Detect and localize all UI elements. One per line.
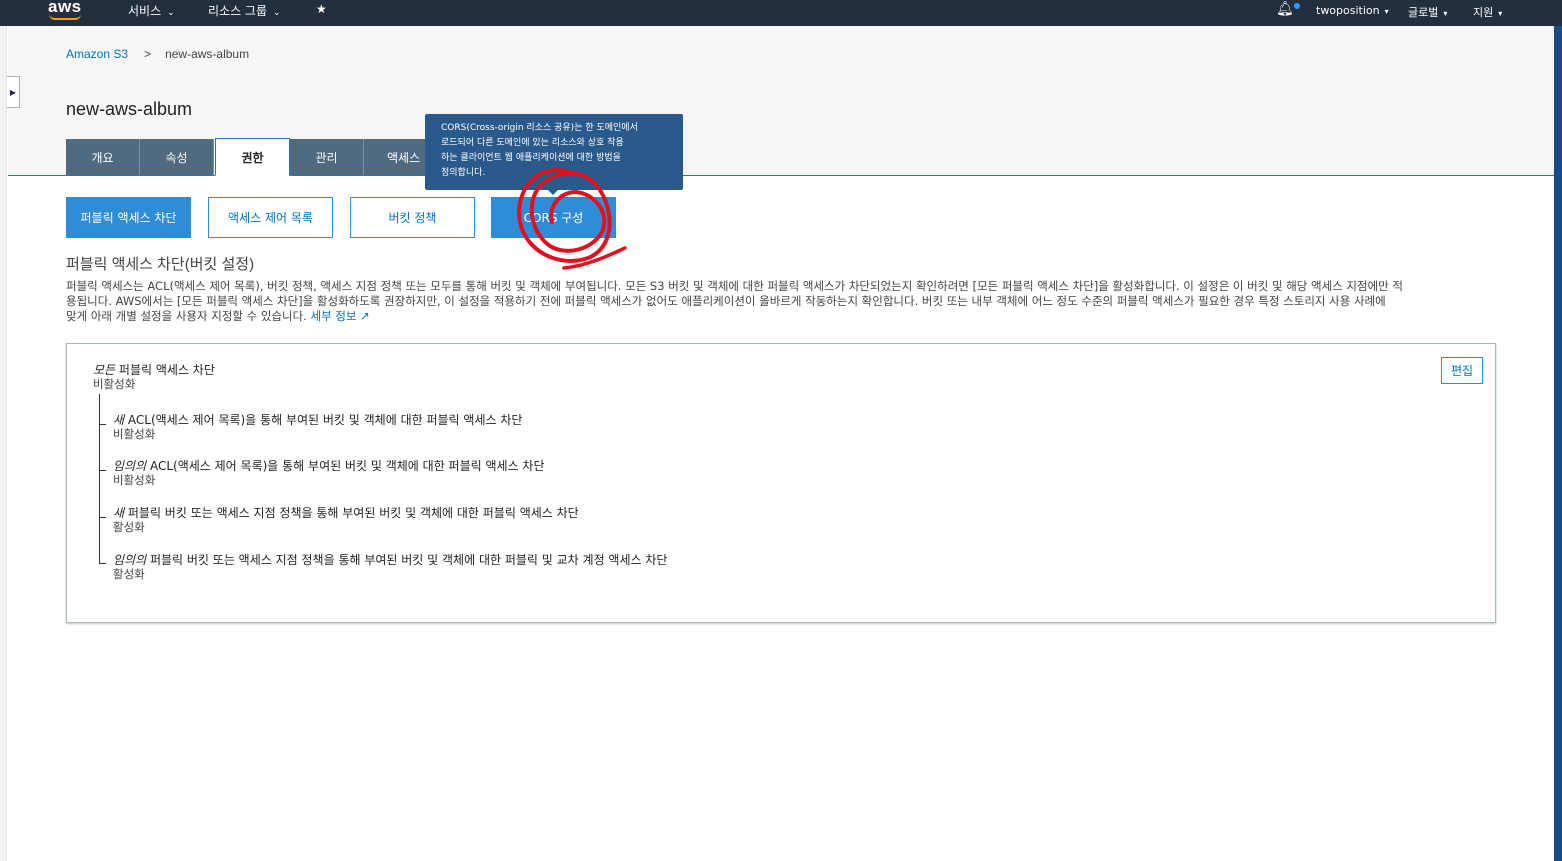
setting-value-any-policy: 활성화 [113, 567, 145, 581]
breadcrumb-separator: > [144, 47, 152, 61]
setting-prefix: 새 [113, 506, 125, 520]
window-edge [1554, 26, 1562, 861]
setting-title-text: 퍼블릭 버킷 또는 액세스 지점 정책을 통해 부여된 버킷 및 객체에 대한 … [149, 553, 668, 567]
description-line: 퍼블릭 액세스는 ACL(액세스 제어 목록), 버킷 정책, 액세스 지점 정… [66, 279, 1403, 293]
chevron-down-icon: ▾ [1384, 7, 1389, 16]
setting-title-any-policy: 임의의 퍼블릭 버킷 또는 액세스 지점 정책을 통해 부여된 버킷 및 객체에… [113, 551, 667, 568]
tab-properties[interactable]: 속성 [140, 139, 214, 175]
tree-line [99, 394, 100, 563]
breadcrumb: Amazon S3 > new-aws-album [66, 47, 249, 61]
setting-value-new-policy: 활성화 [113, 520, 145, 534]
tab-permissions[interactable]: 권한 [215, 138, 290, 176]
tree-connector [99, 517, 106, 518]
description-line: 맞게 아래 개별 설정을 사용자 지정할 수 있습니다. 세부 정보 ↗ [66, 309, 1498, 324]
block-public-access-button[interactable]: 퍼블릭 액세스 차단 [66, 197, 191, 238]
tooltip-line: CORS(Cross-origin 리소스 공유)는 한 도메인에서 [441, 123, 638, 133]
tree-connector [99, 563, 106, 564]
setting-prefix: 임의의 [113, 553, 147, 567]
resource-groups-menu[interactable]: 리소스 그룹 ⌄ [208, 2, 281, 19]
region-menu[interactable]: 글로벌 ▾ [1408, 4, 1447, 20]
chevron-down-icon: ▾ [1498, 9, 1503, 18]
region-label: 글로벌 [1408, 6, 1439, 19]
resource-groups-label: 리소스 그룹 [208, 4, 268, 18]
services-menu[interactable]: 서비스 ⌄ [128, 2, 175, 19]
section-description: 퍼블릭 액세스는 ACL(액세스 제어 목록), 버킷 정책, 액세스 지점 정… [66, 279, 1498, 324]
setting-value-new-acl: 비활성화 [113, 427, 156, 441]
setting-title-text: 퍼블릭 액세스 차단 [118, 363, 215, 377]
setting-prefix: 임의의 [113, 459, 147, 473]
account-menu[interactable]: twoposition ▾ [1316, 4, 1389, 17]
pin-icon[interactable]: ★ [316, 2, 327, 16]
left-rail [0, 26, 7, 861]
services-label: 서비스 [128, 4, 162, 18]
setting-title-any-acl: 임의의 ACL(액세스 제어 목록)을 통해 부여된 버킷 및 객체에 대한 퍼… [113, 457, 545, 474]
public-access-settings-panel [66, 343, 1496, 623]
page-title: new-aws-album [66, 99, 193, 119]
chevron-down-icon: ⌄ [273, 8, 281, 18]
setting-title-text: 퍼블릭 버킷 또는 액세스 지점 정책을 통해 부여된 버킷 및 객체에 대한 … [127, 506, 579, 520]
setting-title-new-policy: 새 퍼블릭 버킷 또는 액세스 지점 정책을 통해 부여된 버킷 및 객체에 대… [113, 504, 579, 521]
tooltip-arrow [547, 189, 559, 195]
setting-value-all: 비활성화 [93, 377, 136, 391]
acl-button[interactable]: 액세스 제어 목록 [208, 197, 333, 238]
edit-button[interactable]: 편집 [1441, 357, 1483, 384]
tree-connector [99, 424, 106, 425]
bell-icon[interactable]: 🔔︎ [1276, 1, 1294, 17]
support-label: 지원 [1473, 6, 1494, 19]
support-menu[interactable]: 지원 ▾ [1473, 4, 1502, 20]
setting-title-new-acl: 새 ACL(액세스 제어 목록)을 통해 부여된 버킷 및 객체에 대한 퍼블릭… [113, 411, 522, 428]
cors-configuration-button[interactable]: CORS 구성 [491, 197, 616, 238]
notification-dot [1294, 3, 1300, 9]
tab-management[interactable]: 관리 [290, 139, 364, 175]
section-title: 퍼블릭 액세스 차단(버킷 설정) [66, 256, 255, 273]
aws-logo-smile-icon [49, 14, 81, 20]
breadcrumb-amazon-s3[interactable]: Amazon S3 [66, 47, 128, 61]
cors-tooltip: CORS(Cross-origin 리소스 공유)는 한 도메인에서 로드되어 … [425, 114, 683, 190]
tree-connector [99, 470, 106, 471]
setting-value-any-acl: 비활성화 [113, 473, 156, 487]
chevron-right-icon: ▶ [9, 87, 17, 97]
external-link-icon: ↗ [360, 309, 370, 323]
sidebar-expand-button[interactable]: ▶ [7, 76, 20, 108]
description-text: 맞게 아래 개별 설정을 사용자 지정할 수 있습니다. [66, 309, 307, 323]
setting-prefix: 모든 [93, 363, 116, 377]
tooltip-line: 정의합니다. [441, 168, 486, 178]
tooltip-line: 하는 클라이언트 웹 애플리케이션에 대한 방법을 [441, 153, 621, 163]
setting-title-text: ACL(액세스 제어 목록)을 통해 부여된 버킷 및 객체에 대한 퍼블릭 액… [149, 459, 545, 473]
bucket-policy-button[interactable]: 버킷 정책 [350, 197, 475, 238]
chevron-down-icon: ▾ [1443, 9, 1448, 18]
learn-more-link[interactable]: 세부 정보 ↗ [311, 309, 370, 323]
account-label: twoposition [1316, 4, 1380, 17]
top-navigation-bar: aws 서비스 ⌄ 리소스 그룹 ⌄ ★ 🔔︎ twoposition ▾ 글로벌 ▾ … [0, 0, 1562, 26]
breadcrumb-current: new-aws-album [165, 47, 250, 61]
setting-prefix: 새 [113, 413, 125, 427]
chevron-down-icon: ⌄ [167, 8, 175, 18]
setting-title-text: ACL(액세스 제어 목록)을 통해 부여된 버킷 및 객체에 대한 퍼블릭 액… [127, 413, 523, 427]
learn-more-label: 세부 정보 [310, 309, 357, 323]
description-line: 용됩니다. AWS에서는 [모든 퍼블릭 액세스 차단]을 활성화하도록 권장하… [66, 294, 1386, 308]
tooltip-line: 로드되어 다른 도메인에 있는 리소스와 상호 작용 [441, 138, 624, 148]
tab-overview[interactable]: 개요 [66, 139, 140, 175]
